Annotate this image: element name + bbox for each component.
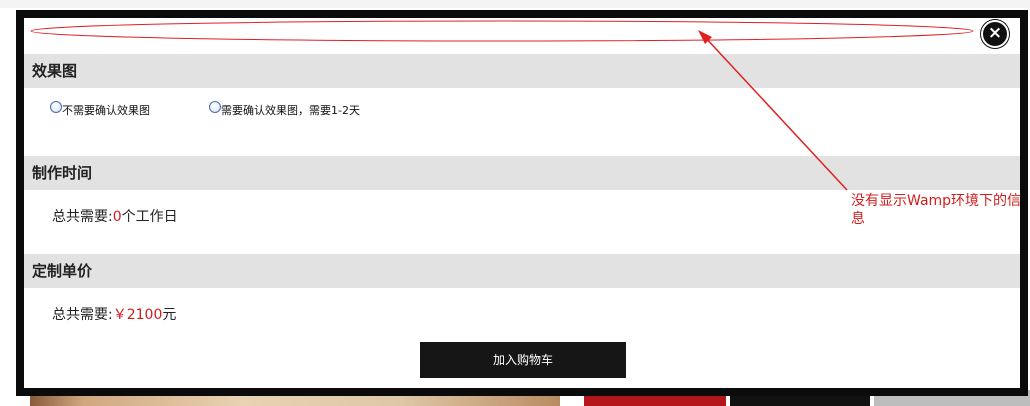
annotation-ellipse [30,20,974,42]
annotation-text: 没有显示Wamp环境下的信息 [851,193,1022,227]
annotation-arrow-line [702,34,848,191]
